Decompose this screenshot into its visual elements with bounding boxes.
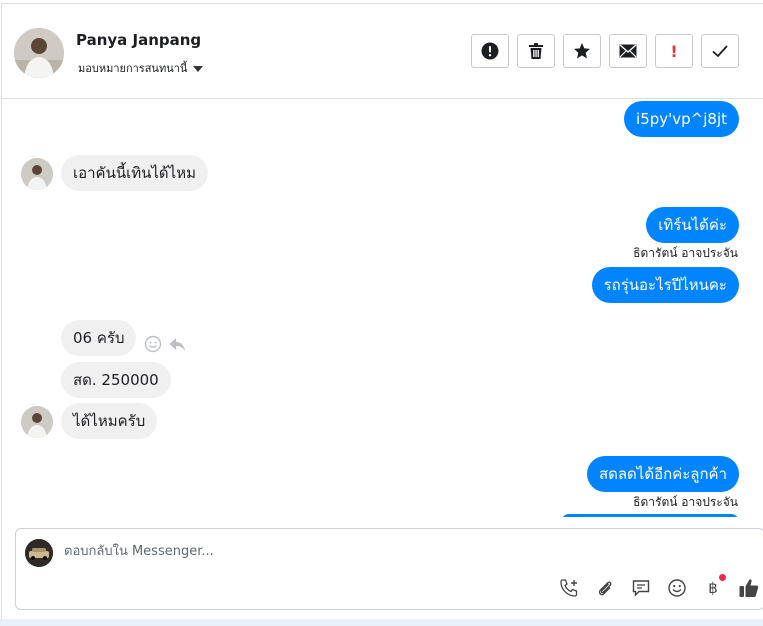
message-bubble-outgoing[interactable]: เทิร์นได้ค่ะ	[646, 207, 739, 243]
assign-conversation-dropdown[interactable]: มอบหมายการสนทนานี้	[78, 59, 204, 77]
window-bottom-band	[0, 619, 763, 626]
caret-down-icon	[193, 65, 204, 72]
envelope-icon	[619, 44, 637, 58]
exclamation-icon: !	[670, 41, 678, 61]
message-bubble-outgoing[interactable]: i5py'vp^j8jt	[624, 101, 739, 137]
paperclip-icon[interactable]	[594, 577, 616, 599]
conversation-header: Panya Janpang มอบหมายการสนทนานี้ !	[2, 4, 763, 99]
message-thread[interactable]: i5py'vp^j8jt เอาคันนี้เทินได้ไหม เทิร์นไ…	[2, 99, 763, 517]
mark-done-button[interactable]	[701, 34, 739, 68]
saved-reply-icon[interactable]	[630, 577, 652, 599]
baht-symbol: ฿	[708, 579, 718, 597]
mark-spam-button[interactable]	[471, 34, 509, 68]
page-avatar	[25, 539, 53, 567]
message-bubble-incoming[interactable]: เอาคันนี้เทินได้ไหม	[61, 155, 208, 191]
baht-payment-icon[interactable]: ฿	[702, 574, 726, 599]
delete-button[interactable]	[517, 34, 555, 68]
reply-icon[interactable]	[168, 335, 186, 357]
message-bubble-outgoing-partial	[561, 514, 739, 517]
message-bubble-incoming[interactable]: สด. 250000	[61, 362, 171, 398]
message-actions	[144, 335, 186, 357]
conversation-toolbar: !	[471, 34, 739, 68]
conversation-panel: Panya Janpang มอบหมายการสนทนานี้ ! i5py'…	[1, 3, 763, 619]
assign-label: มอบหมายการสนทนานี้	[78, 62, 188, 75]
message-bubble-incoming[interactable]: 06 ครับ	[61, 320, 137, 356]
reply-composer: ฿	[15, 528, 763, 610]
message-sender-name: ธิดารัตน์ อาจประจัน	[633, 246, 738, 260]
contact-avatar-small	[21, 158, 53, 190]
reply-input[interactable]	[64, 539, 664, 563]
contact-avatar-small	[21, 406, 53, 438]
star-button[interactable]	[563, 34, 601, 68]
mark-unread-button[interactable]	[609, 34, 647, 68]
react-emoji-icon[interactable]	[144, 335, 162, 357]
follow-up-button[interactable]: !	[655, 34, 693, 68]
contact-avatar[interactable]	[14, 28, 64, 78]
composer-toolbar: ฿	[558, 574, 760, 599]
call-add-icon[interactable]	[558, 577, 580, 599]
message-bubble-incoming[interactable]: ได้ไหมครับ	[61, 403, 158, 439]
contact-name[interactable]: Panya Janpang	[76, 31, 201, 49]
check-icon	[711, 44, 729, 58]
like-icon[interactable]	[738, 577, 760, 599]
message-sender-name: ธิดารัตน์ อาจประจัน	[633, 495, 738, 509]
message-bubble-outgoing[interactable]: รถรุ่นอะไรปีไหนคะ	[591, 267, 739, 303]
message-bubble-outgoing[interactable]: สดลดได้อีกค่ะลูกค้า	[586, 456, 739, 492]
notification-dot	[719, 574, 726, 581]
trash-icon	[528, 42, 544, 60]
alert-circle-icon	[481, 42, 499, 60]
emoji-icon[interactable]	[666, 577, 688, 599]
star-icon	[573, 42, 591, 60]
